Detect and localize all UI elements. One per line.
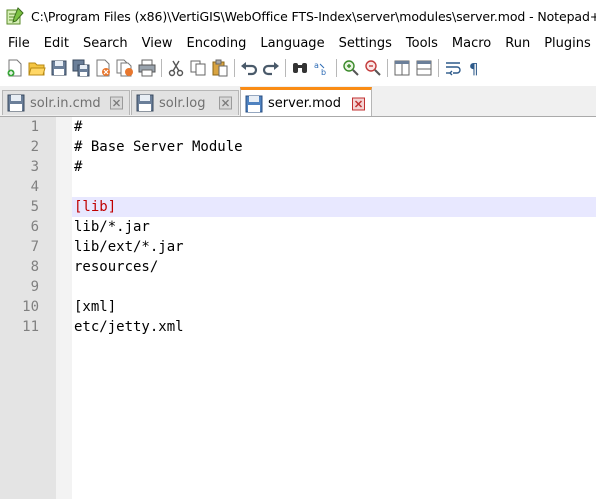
tab-label: server.mod [268, 96, 341, 111]
saved-file-icon [136, 94, 154, 112]
line-number: 3 [30, 159, 39, 175]
redo-icon[interactable] [260, 57, 282, 79]
tab-label: solr.in.cmd [30, 95, 101, 111]
sync-horizontal-icon[interactable] [413, 57, 435, 79]
line-text[interactable]: # [72, 117, 596, 137]
tab-close-icon[interactable] [219, 96, 232, 110]
tab-solr-log[interactable]: solr.log [131, 90, 239, 115]
line-number: 4 [30, 179, 39, 195]
toolbar-separator [438, 59, 439, 77]
word-wrap-icon[interactable] [442, 57, 464, 79]
notepad-plus-plus-icon [6, 7, 24, 25]
editor-line: 11 etc/jetty.xml [0, 317, 596, 337]
line-number: 2 [30, 139, 39, 155]
menu-bar: File Edit Search View Encoding Language … [0, 32, 596, 54]
tab-close-icon[interactable] [110, 96, 123, 110]
line-text[interactable]: # Base Server Module [72, 137, 596, 157]
svg-text:¶: ¶ [469, 60, 479, 77]
svg-text:a: a [314, 61, 319, 70]
line-number: 1 [30, 119, 39, 135]
line-number: 11 [22, 319, 39, 335]
zoom-out-icon[interactable] [362, 57, 384, 79]
sync-vertical-icon[interactable] [391, 57, 413, 79]
show-all-characters-icon[interactable]: ¶ [464, 57, 486, 79]
menu-tools[interactable]: Tools [399, 36, 445, 51]
menu-plugins[interactable]: Plugins [537, 36, 596, 51]
menu-search[interactable]: Search [76, 36, 135, 51]
window-title: C:\Program Files (x86)\VertiGIS\WebOffic… [31, 8, 596, 24]
editor[interactable]: 1 # 2 # Base Server Module 3 # 4 5 [lib]… [0, 117, 596, 499]
tab-label: solr.log [159, 95, 206, 111]
save-all-icon[interactable] [70, 57, 92, 79]
menu-settings[interactable]: Settings [332, 36, 399, 51]
new-file-icon[interactable] [4, 57, 26, 79]
cut-icon[interactable] [165, 57, 187, 79]
line-number: 5 [30, 199, 39, 215]
line-text[interactable]: [lib] [72, 197, 596, 217]
svg-text:b: b [321, 68, 326, 77]
undo-icon[interactable] [238, 57, 260, 79]
menu-encoding[interactable]: Encoding [179, 36, 253, 51]
editor-line: 8 resources/ [0, 257, 596, 277]
find-icon[interactable] [289, 57, 311, 79]
line-text[interactable]: resources/ [72, 257, 596, 277]
line-number: 9 [30, 279, 39, 295]
editor-line: 3 # [0, 157, 596, 177]
close-all-icon[interactable] [114, 57, 136, 79]
line-number: 7 [30, 239, 39, 255]
menu-edit[interactable]: Edit [37, 36, 76, 51]
save-icon[interactable] [48, 57, 70, 79]
tab-close-icon[interactable] [352, 97, 365, 110]
line-number: 6 [30, 219, 39, 235]
line-number: 8 [30, 259, 39, 275]
tab-solr-in-cmd[interactable]: solr.in.cmd [2, 90, 130, 115]
editor-line: 6 lib/*.jar [0, 217, 596, 237]
saved-file-icon [245, 95, 263, 112]
saved-file-icon [7, 94, 25, 112]
toolbar-separator [161, 59, 162, 77]
editor-line: 2 # Base Server Module [0, 137, 596, 157]
menu-language[interactable]: Language [253, 36, 331, 51]
zoom-in-icon[interactable] [340, 57, 362, 79]
open-file-icon[interactable] [26, 57, 48, 79]
title-bar: C:\Program Files (x86)\VertiGIS\WebOffic… [0, 0, 596, 32]
line-text[interactable]: # [72, 157, 596, 177]
tab-server-mod[interactable]: server.mod [240, 87, 372, 116]
menu-file[interactable]: File [0, 36, 37, 51]
editor-line: 1 # [0, 117, 596, 137]
menu-run[interactable]: Run [498, 36, 537, 51]
line-text[interactable]: [xml] [72, 297, 596, 317]
tab-bar: solr.in.cmd solr.log server.mod [0, 86, 596, 117]
toolbar-separator [336, 59, 337, 77]
editor-line: 4 [0, 177, 596, 197]
toolbar-separator [234, 59, 235, 77]
menu-view[interactable]: View [135, 36, 180, 51]
paste-icon[interactable] [209, 57, 231, 79]
copy-icon[interactable] [187, 57, 209, 79]
line-text[interactable]: lib/*.jar [72, 217, 596, 237]
line-text[interactable]: lib/ext/*.jar [72, 237, 596, 257]
editor-line-current: 5 [lib] [0, 197, 596, 217]
editor-line: 7 lib/ext/*.jar [0, 237, 596, 257]
editor-line: 9 [0, 277, 596, 297]
toolbar-separator [387, 59, 388, 77]
print-icon[interactable] [136, 57, 158, 79]
line-text[interactable]: etc/jetty.xml [72, 317, 596, 337]
line-number: 10 [22, 299, 39, 315]
menu-macro[interactable]: Macro [445, 36, 498, 51]
toolbar: ab ¶ [0, 54, 596, 82]
toolbar-separator [285, 59, 286, 77]
close-icon[interactable] [92, 57, 114, 79]
editor-line: 10 [xml] [0, 297, 596, 317]
replace-icon[interactable]: ab [311, 57, 333, 79]
